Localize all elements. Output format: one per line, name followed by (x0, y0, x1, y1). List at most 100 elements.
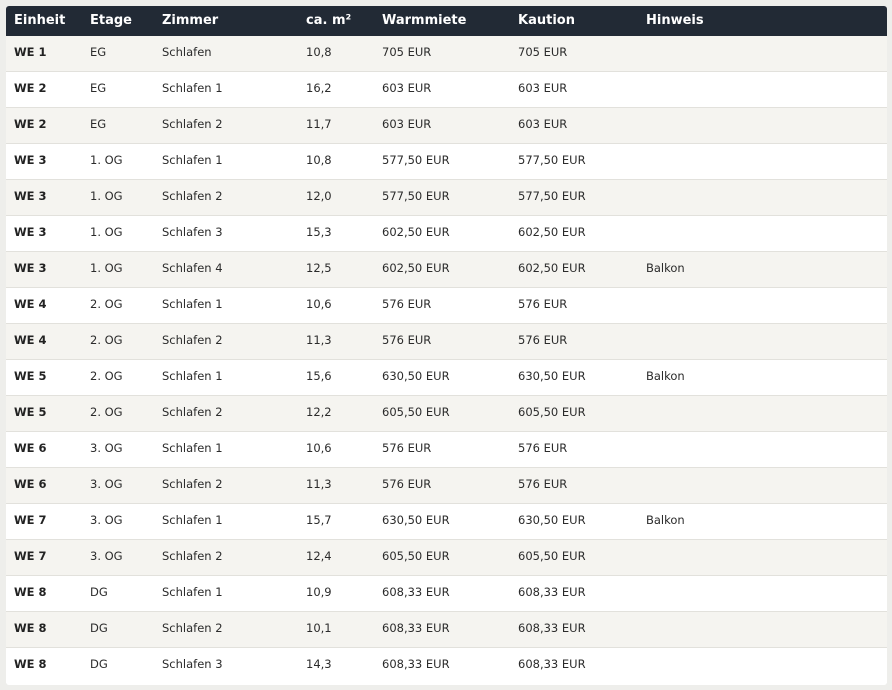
unit-cell: WE 4 (14, 333, 47, 347)
unit-cell: WE 6 (14, 441, 47, 455)
deposit-cell: 577,50 EUR (518, 153, 586, 167)
area-cell: 12,0 (306, 189, 332, 203)
deposit-cell: 608,33 EUR (518, 621, 586, 635)
rent-cell: 630,50 EUR (382, 369, 450, 383)
area-cell: 15,3 (306, 225, 332, 239)
unit-cell: WE 8 (14, 621, 47, 635)
deposit-cell: 605,50 EUR (518, 405, 586, 419)
rent-cell: 630,50 EUR (382, 513, 450, 527)
rent-cell: 603 EUR (382, 81, 432, 95)
area-cell: 10,9 (306, 585, 332, 599)
area-cell: 15,6 (306, 369, 332, 383)
table-row: WE 5 2. OG Schlafen 2 12,2 605,50 EUR 605,50 … (6, 396, 887, 432)
rent-cell: 577,50 EUR (382, 189, 450, 203)
deposit-cell: 630,50 EUR (518, 369, 586, 383)
table-row: WE 8 DG Schlafen 1 10,9 608,33 EUR 608,33 EUR (6, 576, 887, 612)
room-cell: Schlafen 2 (162, 405, 223, 419)
rent-cell: 705 EUR (382, 45, 432, 59)
unit-cell: WE 8 (14, 657, 47, 671)
unit-cell: WE 4 (14, 297, 47, 311)
area-cell: 12,2 (306, 405, 332, 419)
table-row: WE 4 2. OG Schlafen 2 11,3 576 EUR 576 EUR (6, 324, 887, 360)
floor-cell: 1. OG (90, 153, 123, 167)
rent-cell: 576 EUR (382, 333, 432, 347)
room-cell: Schlafen 1 (162, 369, 223, 383)
header-einheit: Einheit (14, 13, 66, 28)
deposit-cell: 603 EUR (518, 81, 568, 95)
area-cell: 12,5 (306, 261, 332, 275)
deposit-cell: 576 EUR (518, 477, 568, 491)
room-cell: Schlafen 1 (162, 513, 223, 527)
rent-cell: 608,33 EUR (382, 621, 450, 635)
area-cell: 11,3 (306, 477, 332, 491)
table-row: WE 6 3. OG Schlafen 1 10,6 576 EUR 576 EUR (6, 432, 887, 468)
unit-cell: WE 3 (14, 153, 47, 167)
unit-cell: WE 1 (14, 45, 47, 59)
deposit-cell: 576 EUR (518, 333, 568, 347)
area-cell: 15,7 (306, 513, 332, 527)
header-zimmer: Zimmer (162, 13, 219, 28)
unit-cell: WE 3 (14, 189, 47, 203)
floor-cell: 1. OG (90, 225, 123, 239)
rent-cell: 608,33 EUR (382, 585, 450, 599)
table-header-row: Einheit Etage Zimmer ca. m² Warmmiete Ka… (6, 6, 887, 36)
table-row: WE 2 EG Schlafen 1 16,2 603 EUR 603 EUR (6, 72, 887, 108)
floor-cell: 3. OG (90, 549, 123, 563)
room-cell: Schlafen 3 (162, 225, 223, 239)
deposit-cell: 576 EUR (518, 441, 568, 455)
deposit-cell: 576 EUR (518, 297, 568, 311)
room-cell: Schlafen 1 (162, 153, 223, 167)
floor-cell: EG (90, 117, 107, 131)
unit-cell: WE 3 (14, 225, 47, 239)
unit-cell: WE 7 (14, 549, 47, 563)
header-kaution: Kaution (518, 13, 575, 28)
unit-cell: WE 6 (14, 477, 47, 491)
unit-cell: WE 7 (14, 513, 47, 527)
rent-cell: 602,50 EUR (382, 225, 450, 239)
room-cell: Schlafen 2 (162, 117, 223, 131)
area-cell: 10,6 (306, 297, 332, 311)
room-cell: Schlafen 2 (162, 549, 223, 563)
rooms-table: Einheit Etage Zimmer ca. m² Warmmiete Ka… (6, 6, 887, 685)
table-row: WE 8 DG Schlafen 2 10,1 608,33 EUR 608,33 EUR (6, 612, 887, 648)
table-row: WE 7 3. OG Schlafen 1 15,7 630,50 EUR 630,50 … (6, 504, 887, 540)
table-row: WE 3 1. OG Schlafen 2 12,0 577,50 EUR 577,50 … (6, 180, 887, 216)
rent-cell: 608,33 EUR (382, 657, 450, 671)
deposit-cell: 605,50 EUR (518, 549, 586, 563)
floor-cell: 1. OG (90, 189, 123, 203)
floor-cell: DG (90, 621, 108, 635)
room-cell: Schlafen 1 (162, 585, 223, 599)
floor-cell: DG (90, 585, 108, 599)
note-cell: Balkon (646, 513, 685, 527)
unit-cell: WE 2 (14, 117, 47, 131)
floor-cell: 3. OG (90, 513, 123, 527)
room-cell: Schlafen 1 (162, 441, 223, 455)
unit-cell: WE 2 (14, 81, 47, 95)
deposit-cell: 705 EUR (518, 45, 568, 59)
rent-cell: 576 EUR (382, 297, 432, 311)
room-cell: Schlafen 1 (162, 81, 223, 95)
table-row: WE 8 DG Schlafen 3 14,3 608,33 EUR 608,33 EUR (6, 648, 887, 683)
floor-cell: 3. OG (90, 441, 123, 455)
area-cell: 10,8 (306, 153, 332, 167)
room-cell: Schlafen 2 (162, 333, 223, 347)
floor-cell: 2. OG (90, 369, 123, 383)
room-cell: Schlafen 2 (162, 477, 223, 491)
deposit-cell: 630,50 EUR (518, 513, 586, 527)
rent-cell: 577,50 EUR (382, 153, 450, 167)
header-etage: Etage (90, 13, 132, 28)
floor-cell: EG (90, 45, 107, 59)
area-cell: 14,3 (306, 657, 332, 671)
unit-cell: WE 3 (14, 261, 47, 275)
deposit-cell: 602,50 EUR (518, 261, 586, 275)
table-body: WE 1 EG Schlafen 10,8 705 EUR 705 EUR WE 2 EG Sc… (6, 36, 887, 683)
deposit-cell: 577,50 EUR (518, 189, 586, 203)
table-row: WE 6 3. OG Schlafen 2 11,3 576 EUR 576 EUR (6, 468, 887, 504)
rent-cell: 602,50 EUR (382, 261, 450, 275)
area-cell: 11,7 (306, 117, 332, 131)
table-row: WE 2 EG Schlafen 2 11,7 603 EUR 603 EUR (6, 108, 887, 144)
table-row: WE 7 3. OG Schlafen 2 12,4 605,50 EUR 605,50 … (6, 540, 887, 576)
table-row: WE 5 2. OG Schlafen 1 15,6 630,50 EUR 630,50 … (6, 360, 887, 396)
floor-cell: 2. OG (90, 405, 123, 419)
header-warmmiete: Warmmiete (382, 13, 467, 28)
